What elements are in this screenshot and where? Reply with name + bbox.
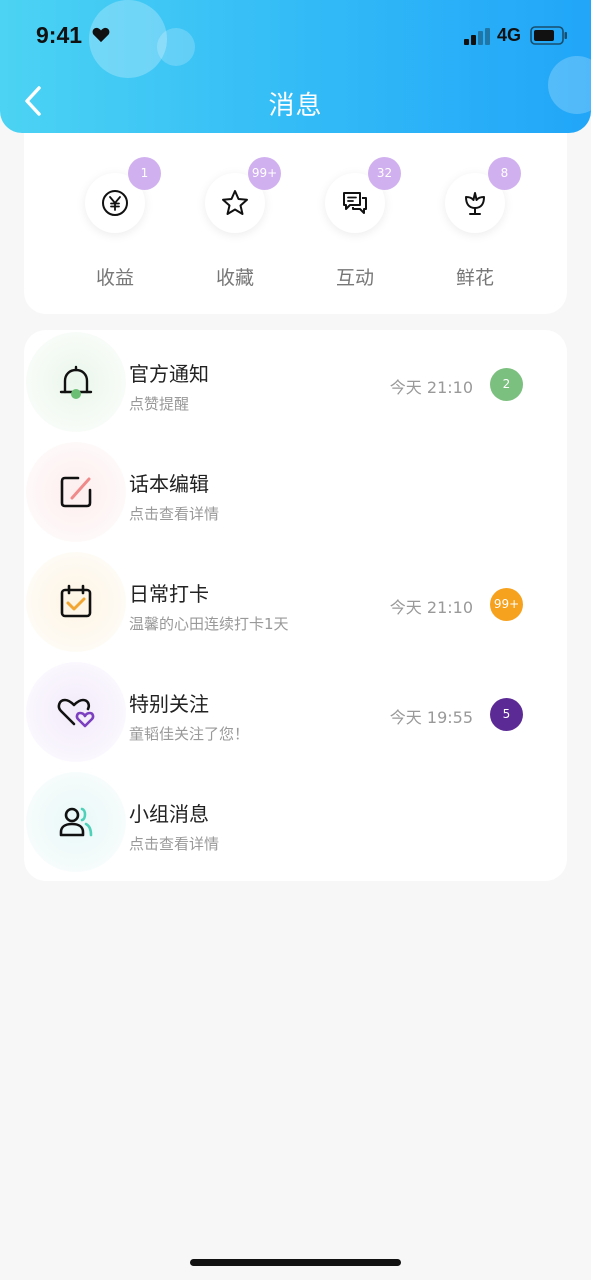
decor-bubble	[157, 28, 195, 66]
message-icon-bg	[26, 332, 126, 432]
calendar-check-icon	[60, 584, 92, 618]
category-favorites[interactable]: 99+ 收藏	[195, 157, 281, 313]
category-card: 1 收益 99+ 收藏 32 互动 8 鲜花	[24, 133, 567, 314]
signal-icon	[464, 28, 490, 45]
message-icon-bg	[26, 552, 126, 652]
category-badge: 8	[488, 157, 521, 190]
message-row-official[interactable]: 官方通知 点赞提醒 今天 21:10 2	[24, 330, 567, 440]
hearts-icon	[57, 698, 95, 728]
category-income[interactable]: 1 收益	[75, 157, 161, 313]
group-icon	[59, 807, 93, 837]
unread-count-badge: 5	[490, 698, 523, 731]
message-subtitle: 温馨的心田连续打卡1天	[129, 615, 289, 633]
message-icon-bg	[26, 442, 126, 542]
message-row-group[interactable]: 小组消息 点击查看详情	[24, 770, 567, 880]
category-badge: 99+	[248, 157, 281, 190]
category-label: 收益	[95, 267, 134, 289]
category-badge: 32	[368, 157, 401, 190]
message-subtitle: 点赞提醒	[129, 395, 190, 413]
message-time: 今天 21:10	[389, 378, 473, 397]
message-title: 话本编辑	[129, 472, 209, 496]
yen-icon	[102, 190, 128, 216]
unread-count-badge: 99+	[490, 588, 523, 621]
message-row-special-follow[interactable]: 特别关注 童韬佳关注了您！ 今天 19:55 5	[24, 660, 567, 770]
message-time: 今天 21:10	[389, 598, 473, 617]
status-time: 9:41	[36, 22, 83, 48]
message-row-script-edit[interactable]: 话本编辑 点击查看详情	[24, 440, 567, 550]
message-icon-bg	[26, 662, 126, 762]
message-subtitle: 点击查看详情	[129, 505, 220, 523]
flower-icon	[465, 192, 485, 215]
message-title: 特别关注	[129, 692, 209, 716]
category-badge: 1	[128, 157, 161, 190]
message-time: 今天 19:55	[389, 708, 473, 727]
chat-icon	[343, 192, 367, 214]
network-label: 4G	[497, 25, 522, 45]
category-label: 互动	[335, 267, 374, 289]
home-indicator	[190, 1259, 401, 1266]
battery-icon	[530, 26, 567, 45]
bell-icon	[59, 365, 93, 399]
edit-icon	[60, 476, 92, 508]
message-title: 小组消息	[129, 802, 209, 826]
message-list: 官方通知 点赞提醒 今天 21:10 2 话本编辑 点击查看详情 日常打卡 温馨…	[24, 330, 567, 881]
page-title: 消息	[268, 91, 323, 121]
category-interaction[interactable]: 32 互动	[315, 157, 401, 313]
message-icon-bg	[26, 772, 126, 872]
category-label: 收藏	[215, 267, 254, 289]
category-label: 鲜花	[455, 267, 494, 289]
unread-count-badge: 2	[490, 368, 523, 401]
header-bar: 9:41 4G 消息	[0, 0, 591, 133]
message-title: 官方通知	[129, 362, 209, 386]
category-flowers[interactable]: 8 鲜花	[435, 157, 521, 313]
message-subtitle: 童韬佳关注了您！	[129, 725, 250, 743]
heart-icon	[92, 27, 110, 43]
star-icon	[222, 190, 248, 215]
message-row-checkin[interactable]: 日常打卡 温馨的心田连续打卡1天 今天 21:10 99+	[24, 550, 567, 660]
message-subtitle: 点击查看详情	[129, 835, 220, 853]
message-title: 日常打卡	[129, 582, 209, 606]
